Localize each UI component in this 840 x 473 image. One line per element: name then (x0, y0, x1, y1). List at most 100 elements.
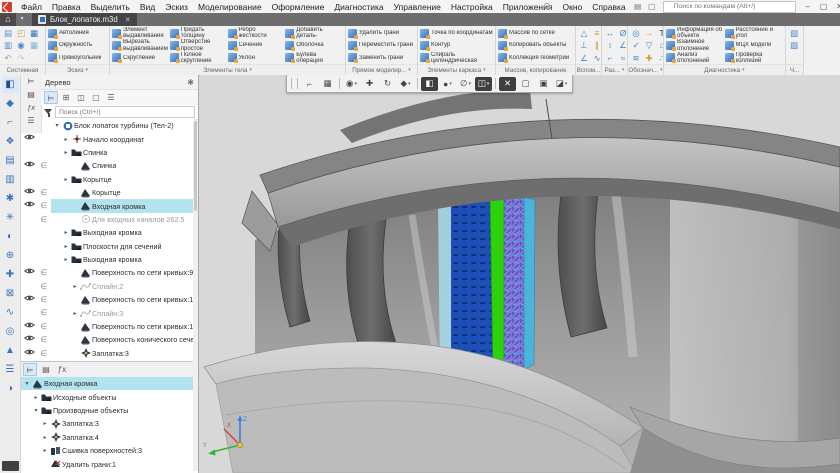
layers-set-icon[interactable]: ☰ (2, 362, 19, 378)
tab-close-icon[interactable]: ✕ (125, 16, 131, 24)
ribbon-icon-button[interactable]: ⊥ (578, 39, 590, 51)
ribbon-icon-button[interactable]: ◉ (15, 39, 27, 51)
tree-item[interactable]: ∈ Корытце (21, 186, 193, 199)
box-check-mode-button[interactable]: ▣ (535, 77, 552, 91)
subtree-tab[interactable]: ⊨ (23, 363, 37, 376)
local-cs-button[interactable]: ⌐ (301, 77, 318, 91)
ribbon-button[interactable]: Автолиния (48, 27, 107, 39)
ribbon-icon-button[interactable]: ▤ (2, 27, 14, 39)
tree-item[interactable]: ▸Заплатка:4 (21, 431, 193, 444)
inspection-set-icon[interactable]: ⊕ (2, 248, 19, 264)
ribbon-icon-button[interactable]: ◰ (15, 27, 27, 39)
menu-item-3[interactable]: Вид (135, 2, 160, 12)
zoom-button[interactable]: ◉▾ (343, 77, 360, 91)
tree-tab[interactable]: ⊨ (22, 75, 40, 88)
toolbar-grip[interactable] (291, 78, 298, 89)
ribbon-icon-button[interactable]: Ø (617, 27, 627, 39)
ribbon-button[interactable]: Коллекция геометрии (498, 52, 573, 64)
tree-item[interactable]: ∈▸Сплайн:3 (21, 306, 193, 319)
ribbon-button[interactable]: Массив по сетке (498, 27, 573, 39)
subparams-tab[interactable]: ▤ (39, 363, 53, 376)
tools-set-icon[interactable]: ✳ (2, 210, 19, 226)
ribbon-button[interactable]: Отверстие простое (170, 39, 228, 51)
object-filter-button[interactable]: ◫▾ (475, 77, 492, 91)
menu-item-6[interactable]: Оформление (267, 2, 330, 12)
ribbon-group-label[interactable]: Диагностика▾ (664, 64, 785, 75)
ribbon-button[interactable]: Элемент выдавливания (112, 27, 170, 39)
surfaces-set-icon[interactable]: ◆ (2, 96, 19, 112)
tree-scrollbar[interactable] (193, 119, 198, 471)
tree-item[interactable]: ▾Производные объекты (21, 404, 193, 417)
solid-modeling-set-icon[interactable]: ◧ (2, 77, 19, 93)
ribbon-icon-button[interactable]: ↔ (604, 27, 616, 39)
ribbon-group-label[interactable]: Обознач...▾ (628, 64, 663, 75)
ribbon-button[interactable]: Вырезать выдавливанием (112, 39, 170, 51)
visibility-eye-icon[interactable] (21, 199, 37, 212)
ribbon-button[interactable]: Точка по координатам (420, 27, 493, 39)
sketch-set-icon[interactable]: ⌐ (2, 115, 19, 131)
ribbon-button[interactable]: Прямоугольник (48, 52, 107, 64)
tree-item[interactable]: ▸Выходная кромка (21, 226, 193, 239)
expand-arrow-icon[interactable]: ▸ (32, 394, 40, 401)
hide-objects-button[interactable]: ∅▾ (457, 77, 474, 91)
expand-arrow-icon[interactable]: ▸ (62, 136, 70, 143)
ribbon-icon-button[interactable]: ∠ (578, 52, 590, 64)
ribbon-icon-button[interactable]: ▧ (788, 27, 800, 39)
expand-arrow-icon[interactable]: ▸ (62, 243, 70, 250)
frames-set-icon[interactable]: ▤ (2, 153, 19, 169)
ribbon-button[interactable]: Спираль цилиндрическая (420, 52, 493, 64)
visibility-eye-icon[interactable] (21, 159, 37, 172)
ribbon-button[interactable]: Уклон (228, 52, 286, 64)
section-view-button[interactable]: ◪▾ (553, 77, 570, 91)
settings-set-icon[interactable]: ✱ (2, 191, 19, 207)
visibility-eye-icon[interactable] (21, 347, 37, 360)
ribbon-button[interactable]: Придать толщину (170, 27, 228, 39)
menu-item-1[interactable]: Правка (47, 2, 86, 12)
menu-item-0[interactable]: Файл (16, 2, 47, 12)
ribbon-icon-button[interactable]: ≋ (630, 52, 642, 64)
expand-arrow-icon[interactable]: ▾ (53, 122, 61, 129)
render-mode-button[interactable]: ●▾ (439, 77, 456, 91)
display-mode-button[interactable]: ◧ (421, 77, 438, 91)
assembly-set-icon[interactable]: ⊠ (2, 286, 19, 302)
ribbon-icon-button[interactable]: ▨ (788, 39, 800, 51)
ribbon-button[interactable]: Сечение (228, 39, 286, 51)
visibility-eye-icon[interactable] (21, 186, 37, 199)
ribbon-button[interactable]: Окружность (48, 39, 107, 51)
tree-item[interactable]: ▸Плоскости для сечений (21, 240, 193, 253)
menu-item-4[interactable]: Эскиз (160, 2, 193, 12)
tree-item[interactable]: ▸Начало координат (21, 132, 193, 145)
expand-arrow-icon[interactable]: ▾ (23, 380, 31, 387)
ribbon-icon-button[interactable]: ∠ (617, 39, 627, 51)
tree-item[interactable]: ▾Входная кромка (21, 377, 193, 390)
command-search-input[interactable] (663, 1, 796, 13)
ribbon-icon-button[interactable]: ≡ (591, 27, 601, 39)
visibility-eye-icon[interactable] (21, 333, 37, 346)
ribbon-icon-button[interactable]: ↷ (15, 52, 27, 64)
tree-item[interactable]: ▸Спинка (21, 146, 193, 159)
ribbon-icon-button[interactable]: ✚ (643, 52, 655, 64)
tables-set-icon[interactable]: ▥ (2, 172, 19, 188)
ribbon-button[interactable]: Расстояние и угол (725, 27, 784, 39)
tree-item[interactable]: ▸Исходные объекты (21, 390, 193, 403)
minimize-button[interactable]: – (800, 2, 816, 11)
ribbon-icon-button[interactable]: ≈ (617, 52, 627, 64)
ribbon-button[interactable]: Анализ отклонений (666, 52, 725, 64)
ribbon-button[interactable]: МЦХ модели (725, 39, 784, 51)
tree-item[interactable]: ▸Заплатка:3 (21, 417, 193, 430)
add-set-icon[interactable]: ✚ (2, 267, 19, 283)
ribbon-group-label[interactable]: Прямое моделир...▾ (346, 64, 417, 75)
ribbon-icon-button[interactable]: ▥ (2, 39, 14, 51)
ribbon-group-label[interactable]: Эскиз▾ (46, 64, 109, 75)
tree-item[interactable]: ∈▸Сплайн:2 (21, 280, 193, 293)
tree-item[interactable]: ▸Корытце (21, 173, 193, 186)
tree-item[interactable]: ∈ Поверхность конического сечения:1 (21, 333, 193, 346)
visibility-eye-icon[interactable] (21, 320, 37, 333)
ribbon-button[interactable]: Взаимное отклонение (666, 39, 725, 51)
expand-arrow-icon[interactable]: ▸ (62, 176, 70, 183)
ribbon-button[interactable]: Копировать объекты (498, 39, 573, 51)
tree-item[interactable]: ∈ Заплатка:3 (21, 347, 193, 360)
menu-item-11[interactable]: Окно (557, 2, 587, 12)
ribbon-icon-button[interactable]: ✓ (630, 39, 642, 51)
ribbon-icon-button[interactable]: ∴ (656, 52, 663, 64)
